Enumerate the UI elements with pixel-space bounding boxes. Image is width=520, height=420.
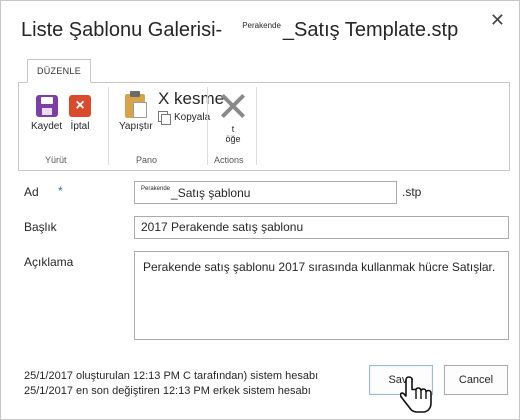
name-value: _Satış şablonu — [171, 186, 251, 200]
file-extension: .stp — [402, 185, 422, 199]
cancel-icon: × — [69, 95, 91, 117]
delete-item-button[interactable]: t öğe — [220, 93, 246, 144]
group-label-commit: Yürüt — [45, 155, 67, 165]
dialog-title-suffix: _Satış Template.stp — [282, 19, 459, 41]
group-divider — [207, 87, 208, 165]
title-field[interactable]: 2017 Perakende satış şablonu — [134, 216, 509, 239]
description-field[interactable]: Perakende satış şablonu 2017 sırasında k… — [134, 251, 509, 340]
copy-label: Kopyala — [174, 111, 211, 123]
delete-icon — [220, 93, 246, 119]
paste-button[interactable]: Yapıştır — [119, 91, 153, 132]
save-icon — [35, 95, 58, 117]
title-label: Başlık — [24, 220, 57, 234]
name-field[interactable]: Perakende _Satış şablonu — [134, 181, 397, 204]
description-label: Açıklama — [24, 255, 74, 269]
name-value-superscript: Perakende — [141, 186, 171, 192]
delete-label-line2: öğe — [225, 134, 241, 144]
tab-edit[interactable]: DÜZENLE — [27, 59, 91, 83]
dialog-title-prefix: Liste Şablonu Galerisi- — [21, 19, 223, 41]
paste-label: Yapıştır — [119, 121, 153, 132]
hand-cursor-icon — [400, 376, 432, 413]
dialog-title: Liste Şablonu Galerisi- Perakende _Satış… — [21, 19, 458, 42]
cancel-button[interactable]: Cancel — [444, 365, 508, 395]
ribbon-cancel-label: İptal — [70, 121, 90, 132]
paste-icon — [124, 91, 148, 119]
group-label-clipboard: Pano — [136, 155, 158, 165]
name-label: Ad — [24, 185, 39, 199]
group-label-actions: Actions — [214, 155, 244, 165]
ribbon-save-label: Kaydet — [31, 121, 63, 132]
delete-label-line1: t — [231, 124, 235, 134]
ribbon-save-button[interactable]: Kaydet — [31, 95, 62, 132]
close-icon[interactable]: ✕ — [490, 11, 505, 29]
group-divider — [108, 87, 109, 165]
group-divider — [256, 87, 257, 165]
dialog-title-superscript: Perakende — [242, 21, 281, 30]
cut-button[interactable]: X kesme — [158, 89, 224, 109]
copy-button[interactable]: Kopyala — [158, 111, 211, 125]
copy-icon — [158, 111, 171, 125]
required-marker: * — [58, 184, 63, 198]
modified-info: 25/1/2017 en son değiştiren 12:13 PM erk… — [24, 385, 311, 397]
created-info: 25/1/2017 oluşturulan 12:13 PM C tarafın… — [24, 370, 319, 382]
ribbon-cancel-button[interactable]: × İptal — [69, 95, 91, 132]
list-template-dialog: Liste Şablonu Galerisi- Perakende _Satış… — [0, 0, 520, 420]
ribbon: Kaydet × İptal Yürüt Yapıştır X kesme Ko… — [18, 82, 510, 171]
